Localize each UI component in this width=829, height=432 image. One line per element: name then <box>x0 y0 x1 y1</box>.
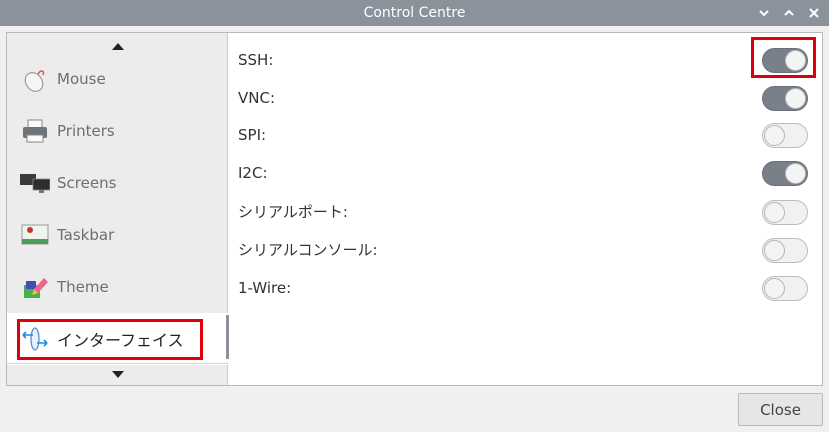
toggle-knob <box>785 163 806 184</box>
vnc-toggle[interactable] <box>762 86 808 111</box>
sidebar-item-label: Screens <box>57 174 117 192</box>
mouse-icon <box>20 64 50 94</box>
serial-port-toggle[interactable] <box>762 200 808 225</box>
interface-row-serial-console: シリアルコンソール: <box>229 234 822 266</box>
close-icon[interactable] <box>804 3 824 23</box>
main-panel: Mouse Printers Screens Taskbar Theme インタ… <box>6 32 823 386</box>
toggle-knob <box>764 240 785 261</box>
sidebar-item-taskbar[interactable]: Taskbar <box>7 209 228 261</box>
toggle-knob <box>785 88 806 109</box>
sidebar: Mouse Printers Screens Taskbar Theme インタ… <box>7 33 229 385</box>
sidebar-item-label: インターフェイス <box>57 331 184 350</box>
sidebar-item-mouse[interactable]: Mouse <box>7 53 228 105</box>
interface-row-ssh: SSH: <box>229 44 822 76</box>
interface-row-1-wire: 1-Wire: <box>229 272 822 304</box>
triangle-down-icon <box>111 371 124 378</box>
sidebar-item-screens[interactable]: Screens <box>7 157 228 209</box>
sidebar-item-label: Mouse <box>57 70 106 88</box>
serial-console-toggle[interactable] <box>762 238 808 263</box>
interfaces-panel: SSH: VNC: SPI: I2C: シリアルポート: シリアルコンソール: … <box>229 33 822 385</box>
interfaces-icon <box>20 324 50 354</box>
toggle-knob <box>785 50 806 71</box>
triangle-up-icon <box>111 42 124 50</box>
interface-label: SSH: <box>238 51 274 69</box>
sidebar-item-label: Theme <box>57 278 109 296</box>
sidebar-item-theme[interactable]: Theme <box>7 261 228 313</box>
interface-row-spi: SPI: <box>229 119 822 151</box>
interface-label: I2C: <box>238 164 268 182</box>
interface-row-i2c: I2C: <box>229 157 822 189</box>
spi-toggle[interactable] <box>762 123 808 148</box>
window-title: Control Centre <box>363 5 466 21</box>
toggle-knob <box>764 202 785 223</box>
sidebar-item-label: Printers <box>57 122 115 140</box>
taskbar-icon <box>20 220 50 250</box>
interface-row-vnc: VNC: <box>229 82 822 114</box>
interface-label: 1-Wire: <box>238 279 292 297</box>
maximize-icon[interactable] <box>779 3 799 23</box>
interface-label: シリアルコンソール: <box>238 241 378 259</box>
minimize-icon[interactable] <box>754 3 774 23</box>
sidebar-item-label: Taskbar <box>57 226 115 244</box>
interface-label: VNC: <box>238 89 276 107</box>
toggle-knob <box>764 125 785 146</box>
interface-label: SPI: <box>238 126 267 144</box>
i2c-toggle[interactable] <box>762 161 808 186</box>
sidebar-scroll-down[interactable] <box>7 363 228 385</box>
theme-icon <box>20 272 50 302</box>
interface-label: シリアルポート: <box>238 203 348 221</box>
ssh-toggle[interactable] <box>762 48 808 73</box>
title-bar: Control Centre <box>0 0 829 26</box>
one-wire-toggle[interactable] <box>762 276 808 301</box>
sidebar-item-interfaces[interactable]: インターフェイス <box>7 313 229 365</box>
printer-icon <box>20 116 50 146</box>
interface-row-serial-port: シリアルポート: <box>229 196 822 228</box>
sidebar-item-printers[interactable]: Printers <box>7 105 228 157</box>
close-button[interactable]: Close <box>738 393 823 426</box>
toggle-knob <box>764 278 785 299</box>
screens-icon <box>20 168 50 198</box>
